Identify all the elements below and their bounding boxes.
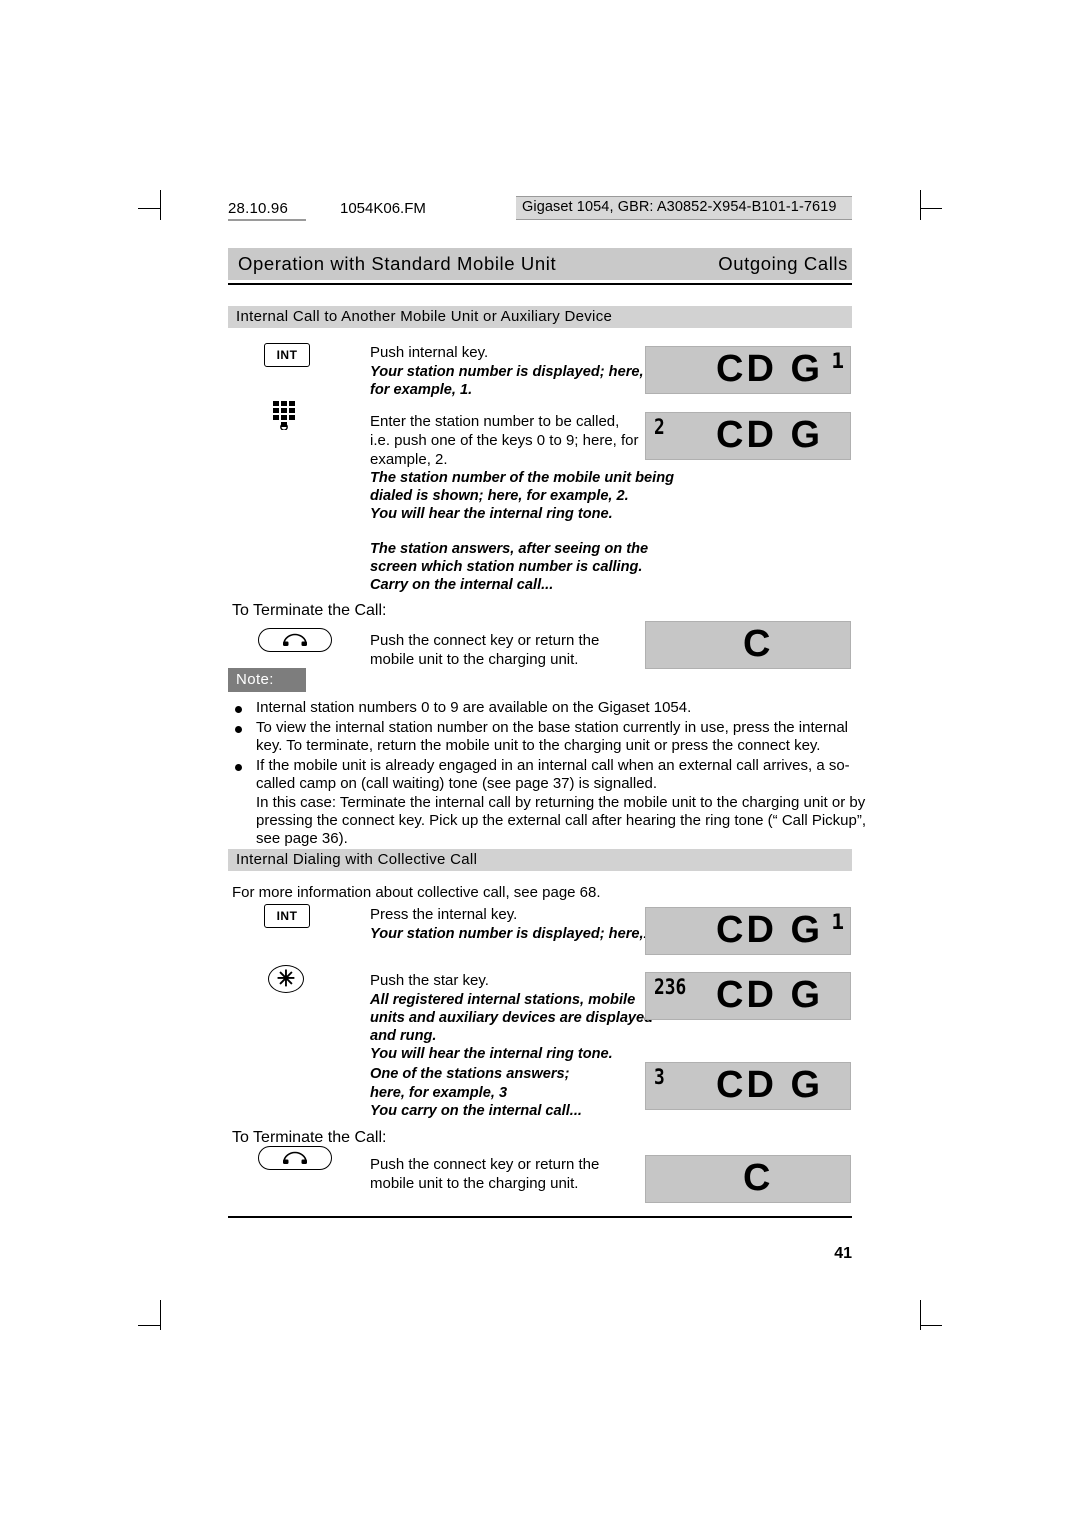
step-text: dialed is shown; here, for example, 2. — [370, 488, 629, 504]
page-number: 41 — [834, 1245, 852, 1262]
step-text: Your station number is displayed; here, — [370, 364, 644, 380]
display-screen: 236 CD G — [645, 972, 851, 1020]
header-date: 28.10.96 — [228, 200, 288, 217]
internal-key-icon[interactable]: INT — [264, 904, 310, 928]
note-bullet — [235, 764, 242, 771]
manual-page: 28.10.96 1054K06.FM Gigaset 1054, GBR: A… — [0, 0, 1080, 1528]
page-title-bar: Operation with Standard Mobile Unit Outg… — [228, 248, 852, 280]
internal-key-icon[interactable]: INT — [264, 343, 310, 367]
narrative-text: screen which station number is calling. — [370, 559, 643, 575]
note-item: To view the internal station number on t… — [256, 719, 848, 736]
note-item: Internal station numbers 0 to 9 are avai… — [256, 699, 692, 716]
display-main: CD G — [716, 414, 823, 456]
step-text: mobile unit to the charging unit. — [370, 1175, 579, 1192]
display-main: CD G — [716, 974, 823, 1016]
step-text: for example, 1. — [370, 382, 473, 398]
crop-mark — [920, 208, 942, 209]
step-text: You will hear the internal ring tone. — [370, 1046, 613, 1062]
display-main: CD G — [716, 909, 823, 951]
header-date-underline — [228, 219, 306, 221]
header-doc-ref-text: Gigaset 1054, GBR: A30852-X954-B101-1-76… — [522, 199, 837, 215]
handset-icon — [283, 633, 307, 646]
section-heading-1-text: Internal Call to Another Mobile Unit or … — [236, 308, 613, 325]
step-text: i.e. push one of the keys 0 to 9; here, … — [370, 432, 639, 449]
step-text: Push the connect key or return the — [370, 1156, 600, 1173]
star-key-icon[interactable]: ✳ — [268, 965, 304, 993]
connect-key-icon[interactable] — [258, 628, 332, 652]
display-main: CD G — [716, 1064, 823, 1106]
display-small-left: 2 — [654, 415, 665, 439]
note-paragraph: see page 36). — [256, 830, 348, 847]
narrative-text: here, for example, 3 — [370, 1085, 508, 1101]
step-text: You will hear the internal ring tone. — [370, 506, 613, 522]
footer-rule — [228, 1216, 852, 1218]
display-small-right: 1 — [831, 349, 844, 373]
page-title: Operation with Standard Mobile Unit — [238, 253, 557, 274]
display-screen: 3 CD G — [645, 1062, 851, 1110]
terminate-label: To Terminate the Call: — [232, 602, 387, 619]
header-filename: 1054K06.FM — [340, 200, 426, 217]
display-main: CD G — [716, 348, 823, 390]
step-text: The station number of the mobile unit be… — [370, 470, 675, 486]
crop-mark — [138, 208, 160, 209]
step-text: Press the internal key. — [370, 906, 518, 923]
page-subtitle: Outgoing Calls — [718, 253, 848, 274]
crop-mark — [920, 1325, 942, 1326]
display-screen: 1 CD G — [645, 907, 851, 955]
crop-mark — [138, 1325, 160, 1326]
header-doc-ref: Gigaset 1054, GBR: A30852-X954-B101-1-76… — [516, 196, 852, 220]
terminate-label: To Terminate the Call: — [232, 1129, 387, 1146]
display-small-left: 236 — [654, 975, 687, 999]
section-heading-1: Internal Call to Another Mobile Unit or … — [228, 306, 852, 328]
title-rule — [228, 283, 852, 285]
narrative-text: The station answers, after seeing on the — [370, 541, 649, 557]
display-small-right: 1 — [831, 910, 844, 934]
step-text: Push internal key. — [370, 344, 489, 361]
crop-mark — [920, 190, 921, 220]
section-intro: For more information about collective ca… — [232, 884, 601, 901]
note-item: called camp on (call waiting) tone (see … — [256, 775, 658, 792]
crop-mark — [160, 1300, 161, 1330]
display-screen: 2 CD G — [645, 412, 851, 460]
step-text: units and auxiliary devices are displaye… — [370, 1010, 654, 1026]
section-heading-2-text: Internal Dialing with Collective Call — [236, 851, 478, 868]
note-bullet — [235, 706, 242, 713]
display-main: C — [743, 623, 774, 665]
note-paragraph: In this case: Terminate the internal cal… — [256, 794, 866, 811]
display-screen: C — [645, 621, 851, 669]
step-text: mobile unit to the charging unit. — [370, 651, 579, 668]
step-text: Push the connect key or return the — [370, 632, 600, 649]
step-text: Your station number is displayed; here,1… — [370, 926, 656, 942]
note-item: If the mobile unit is already engaged in… — [256, 757, 850, 774]
crop-mark — [160, 190, 161, 220]
step-text: and rung. — [370, 1028, 437, 1044]
step-text: All registered internal stations, mobile — [370, 992, 636, 1008]
handset-icon — [283, 1151, 307, 1164]
internal-key-label: INT — [276, 348, 298, 362]
note-item: key. To terminate, return the mobile uni… — [256, 737, 821, 754]
display-main: C — [743, 1157, 774, 1199]
keypad-key-icon[interactable] — [272, 400, 296, 430]
note-bullet — [235, 726, 242, 733]
note-paragraph: pressing the connect key. Pick up the ex… — [256, 812, 867, 829]
step-text: Push the star key. — [370, 972, 489, 989]
crop-mark — [920, 1300, 921, 1330]
display-screen: 1 CD G — [645, 346, 851, 394]
step-text: example, 2. — [370, 451, 448, 468]
step-text: Enter the station number to be called, — [370, 413, 620, 430]
note-label: Note: — [236, 671, 274, 688]
display-small-left: 3 — [654, 1065, 665, 1089]
connect-key-icon[interactable] — [258, 1146, 332, 1170]
narrative-text: You carry on the internal call... — [370, 1103, 582, 1119]
note-tab: Note: — [228, 668, 306, 692]
display-screen: C — [645, 1155, 851, 1203]
narrative-text: One of the stations answers; — [370, 1066, 570, 1082]
section-heading-2: Internal Dialing with Collective Call — [228, 849, 852, 871]
internal-key-label: INT — [276, 909, 298, 923]
star-key-label: ✳ — [276, 966, 296, 991]
narrative-text: Carry on the internal call... — [370, 577, 554, 593]
